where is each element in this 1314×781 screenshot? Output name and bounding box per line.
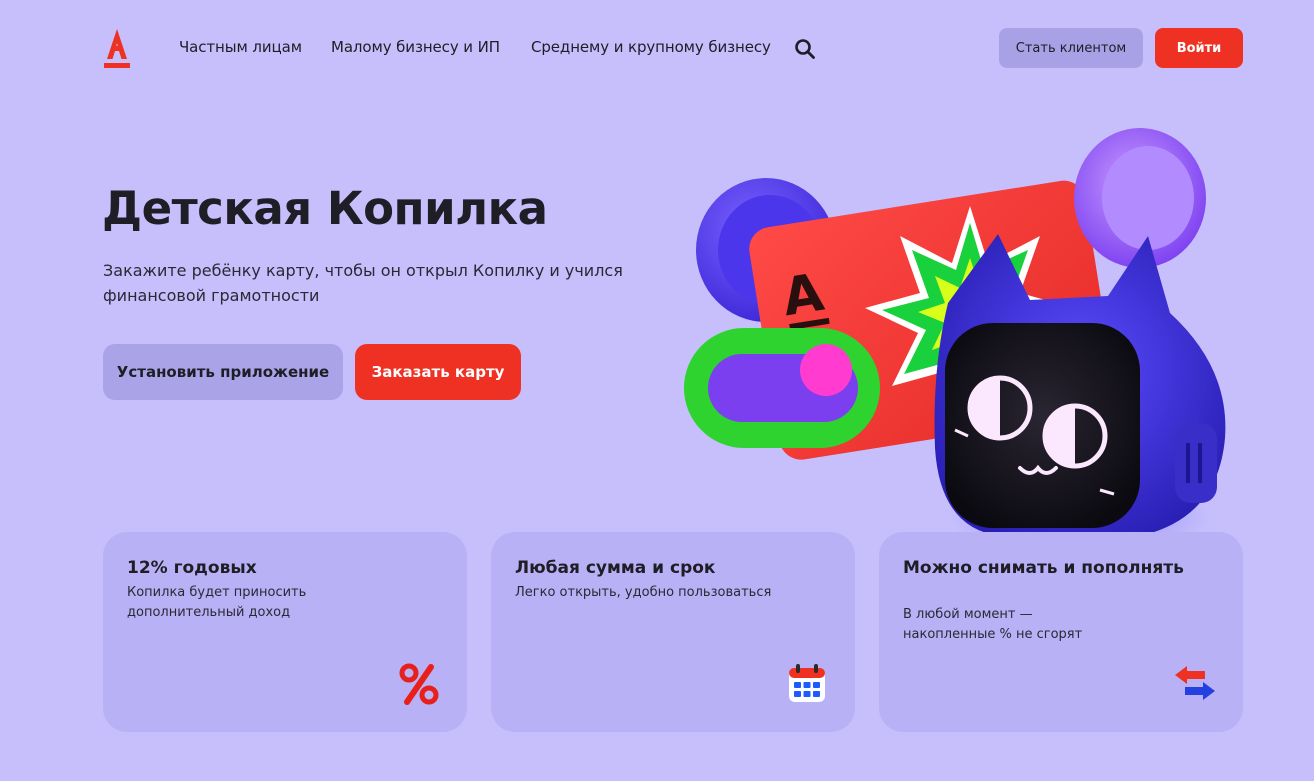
nav-corporate-business[interactable]: Среднему и крупному бизнесу bbox=[531, 38, 771, 56]
nav-private-persons[interactable]: Частным лицам bbox=[179, 38, 302, 56]
feature-text: Легко открыть, удобно пользоваться bbox=[515, 585, 772, 600]
become-client-button[interactable]: Стать клиентом bbox=[999, 28, 1143, 68]
feature-card-interest: 12% годовых Копилка будет приносить допо… bbox=[103, 532, 467, 732]
nav-small-business[interactable]: Малому бизнесу и ИП bbox=[331, 38, 500, 56]
site-header: Частным лицам Малому бизнесу и ИП Средне… bbox=[0, 0, 1314, 96]
alfa-logo-icon[interactable] bbox=[103, 27, 131, 69]
page-title: Детская Копилка bbox=[102, 182, 548, 235]
search-icon[interactable] bbox=[794, 38, 816, 60]
piggy-bank-illustration: А bbox=[684, 128, 1226, 558]
feature-card-withdraw: Можно снимать и пополнять В любой момент… bbox=[879, 532, 1243, 732]
transfer-arrows-icon bbox=[1175, 666, 1215, 700]
feature-text: Копилка будет приносить дополнительный д… bbox=[127, 585, 307, 620]
feature-card-any-amount: Любая сумма и срок Легко открыть, удобно… bbox=[491, 532, 855, 732]
login-button[interactable]: Войти bbox=[1155, 28, 1243, 68]
hero-subtitle: Закажите ребёнку карту, чтобы он открыл … bbox=[103, 261, 623, 305]
feature-title: Любая сумма и срок bbox=[515, 558, 716, 578]
feature-title: 12% годовых bbox=[127, 558, 257, 578]
calendar-icon bbox=[789, 664, 825, 702]
install-app-button[interactable]: Установить приложение bbox=[103, 344, 343, 400]
percent-icon bbox=[399, 663, 439, 705]
feature-title: Можно снимать и пополнять bbox=[903, 558, 1184, 578]
order-card-button[interactable]: Заказать карту bbox=[355, 344, 521, 400]
feature-text: В любой момент — накопленные % не сгорят bbox=[903, 607, 1083, 642]
